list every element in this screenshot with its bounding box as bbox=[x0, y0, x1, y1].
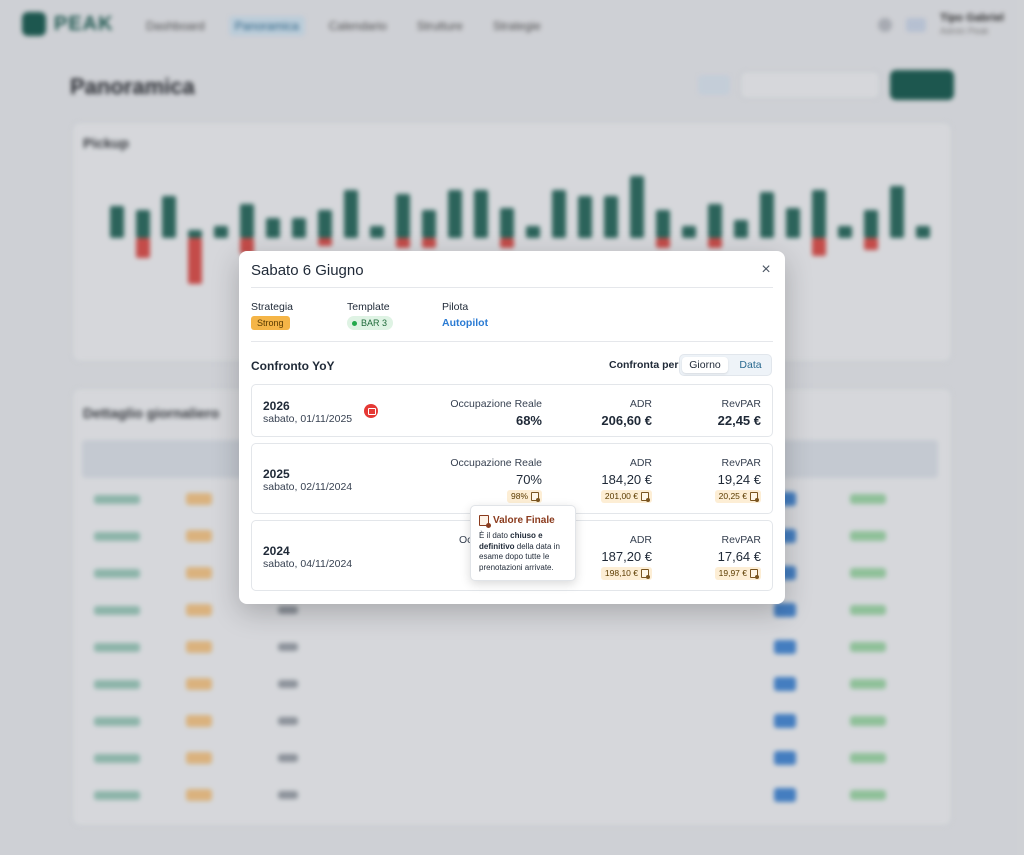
adr-label: ADR bbox=[629, 534, 652, 546]
revpar-value: 19,24 € bbox=[717, 472, 761, 487]
yoy-row-2026: 2026 sabato, 01/11/2025 Occupazione Real… bbox=[251, 384, 773, 437]
revpar-final-value: 19,97 € bbox=[718, 568, 747, 578]
adr-final-chip[interactable]: 201,00 € bbox=[600, 490, 652, 503]
final-value-icon bbox=[641, 492, 650, 502]
revpar-label: RevPAR bbox=[721, 398, 761, 410]
yoy-year: 2025 bbox=[263, 467, 290, 481]
compare-by-label: Confronta per bbox=[609, 359, 679, 371]
yoy-date: sabato, 02/11/2024 bbox=[263, 481, 353, 493]
adr-final-chip[interactable]: 198,10 € bbox=[600, 567, 652, 580]
adr-final-value: 201,00 € bbox=[604, 491, 638, 501]
final-value-icon bbox=[750, 492, 759, 502]
modal-title: Sabato 6 Giugno bbox=[251, 262, 364, 279]
occupancy-label: Occupazione Reale bbox=[450, 457, 542, 469]
final-value-icon bbox=[479, 515, 491, 528]
compare-toggle: Giorno Data bbox=[679, 354, 772, 376]
yoy-row-2025: 2025 sabato, 02/11/2024 Occupazione Real… bbox=[251, 443, 773, 514]
calendar-icon[interactable] bbox=[364, 404, 378, 418]
yoy-section-title: Confronto YoY bbox=[251, 359, 335, 373]
toggle-data[interactable]: Data bbox=[730, 357, 771, 373]
day-detail-modal: Sabato 6 Giugno × Strategia Strong Templ… bbox=[239, 251, 785, 604]
yoy-date: sabato, 01/11/2025 bbox=[263, 413, 353, 425]
template-label: Template bbox=[347, 301, 390, 313]
yoy-year: 2026 bbox=[263, 399, 290, 413]
close-icon[interactable]: × bbox=[757, 261, 775, 279]
toggle-giorno[interactable]: Giorno bbox=[682, 357, 728, 373]
revpar-label: RevPAR bbox=[721, 534, 761, 546]
tooltip-body: È il dato chiuso e definitivo della data… bbox=[479, 531, 567, 573]
adr-label: ADR bbox=[629, 457, 652, 469]
final-value-icon bbox=[641, 569, 650, 579]
occupancy-final-chip[interactable]: 98% bbox=[506, 490, 542, 503]
adr-final-value: 198,10 € bbox=[604, 568, 638, 578]
final-value-icon bbox=[750, 569, 759, 579]
strategy-badge: Strong bbox=[251, 316, 290, 330]
adr-value: 184,20 € bbox=[601, 472, 652, 487]
divider bbox=[251, 287, 773, 288]
tooltip-title: Valore Finale bbox=[493, 515, 555, 526]
revpar-label: RevPAR bbox=[721, 457, 761, 469]
occupancy-value: 68% bbox=[515, 413, 542, 428]
adr-label: ADR bbox=[629, 398, 652, 410]
template-value: BAR 3 bbox=[361, 318, 388, 328]
pilot-link[interactable]: Autopilot bbox=[442, 317, 488, 329]
revpar-value: 17,64 € bbox=[717, 549, 761, 564]
revpar-value: 22,45 € bbox=[717, 413, 761, 428]
final-value-icon bbox=[531, 492, 540, 502]
divider bbox=[251, 341, 773, 342]
yoy-year: 2024 bbox=[263, 544, 290, 558]
tooltip-text-1: È il dato bbox=[479, 531, 511, 540]
revpar-final-value: 20,25 € bbox=[718, 491, 747, 501]
adr-value: 187,20 € bbox=[601, 549, 652, 564]
tooltip-header: Valore Finale bbox=[479, 515, 567, 528]
occupancy-label: Occupazione Reale bbox=[450, 398, 542, 410]
strategy-label: Strategia bbox=[251, 301, 294, 313]
status-dot-icon bbox=[352, 320, 357, 326]
template-badge: BAR 3 bbox=[347, 316, 394, 330]
occupancy-final-value: 98% bbox=[510, 491, 528, 501]
final-value-tooltip: Valore Finale È il dato chiuso e definit… bbox=[470, 505, 576, 581]
pilot-label: Pilota bbox=[442, 301, 469, 313]
adr-value: 206,60 € bbox=[601, 413, 652, 428]
occupancy-value: 70% bbox=[515, 472, 542, 487]
revpar-final-chip[interactable]: 19,97 € bbox=[714, 567, 761, 580]
revpar-final-chip[interactable]: 20,25 € bbox=[714, 490, 761, 503]
yoy-date: sabato, 04/11/2024 bbox=[263, 558, 353, 570]
